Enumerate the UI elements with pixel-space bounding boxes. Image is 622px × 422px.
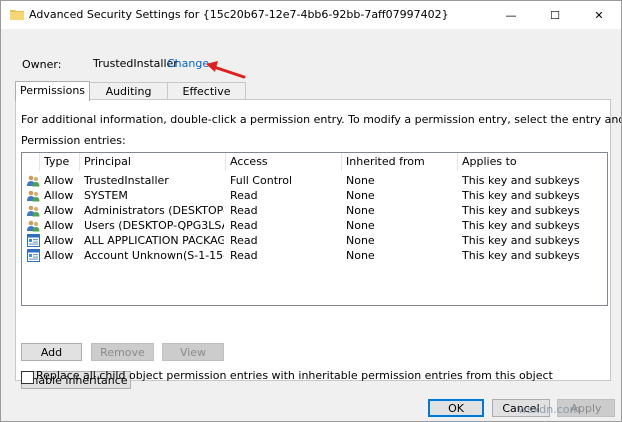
minimize-icon: — <box>505 8 517 22</box>
entry-access: Read <box>230 234 258 247</box>
table-row[interactable]: Allow Users (DESKTOP-QPG3LSA\Us... Read … <box>22 218 607 233</box>
entry-applies-to: This key and subkeys <box>462 204 580 217</box>
table-row[interactable]: Allow Account Unknown(S-1-15-3-... Read … <box>22 248 607 263</box>
table-row[interactable]: Allow TrustedInstaller Full Control None… <box>22 173 607 188</box>
permissions-info-text: For additional information, double-click… <box>21 113 621 126</box>
entry-access: Read <box>230 204 258 217</box>
entry-inherited-from: None <box>346 219 375 232</box>
entry-type: Allow <box>44 174 74 187</box>
app-packages-icon <box>27 249 40 262</box>
tab-permissions[interactable]: Permissions <box>15 81 90 101</box>
entry-applies-to: This key and subkeys <box>462 219 580 232</box>
users-icon <box>27 220 40 232</box>
users-icon <box>27 190 40 202</box>
entry-principal: Account Unknown(S-1-15-3-... <box>84 249 224 262</box>
table-row[interactable]: Allow ALL APPLICATION PACKAGES Read None… <box>22 233 607 248</box>
entry-applies-to: This key and subkeys <box>462 189 580 202</box>
entry-type: Allow <box>44 204 74 217</box>
permissions-panel: For additional information, double-click… <box>15 99 621 389</box>
entry-type: Allow <box>44 234 74 247</box>
add-button[interactable]: Add <box>21 343 82 361</box>
advanced-security-settings-window: Advanced Security Settings for {15c20b67… <box>0 0 622 422</box>
entry-principal: ALL APPLICATION PACKAGES <box>84 234 224 247</box>
entry-applies-to: This key and subkeys <box>462 174 580 187</box>
entry-inherited-from: None <box>346 234 375 247</box>
replace-child-permissions-label[interactable]: Replace all child object permission entr… <box>36 369 553 382</box>
window-title: Advanced Security Settings for {15c20b67… <box>29 8 449 21</box>
title-bar[interactable]: Advanced Security Settings for {15c20b67… <box>1 1 621 29</box>
dialog-body: Owner: TrustedInstaller Change Permissio… <box>1 29 621 421</box>
entry-inherited-from: None <box>346 189 375 202</box>
tab-effective-access[interactable]: Effective Access <box>167 82 246 115</box>
replace-child-permissions-checkbox[interactable] <box>21 371 34 384</box>
entry-inherited-from: None <box>346 174 375 187</box>
entry-access: Read <box>230 219 258 232</box>
list-header: Type Principal Access Inherited from App… <box>22 153 607 171</box>
permission-entries-label: Permission entries: <box>21 134 126 147</box>
column-header-applies-to[interactable]: Applies to <box>458 153 606 171</box>
maximize-button[interactable]: ☐ <box>533 1 577 29</box>
entry-access: Full Control <box>230 174 293 187</box>
entry-applies-to: This key and subkeys <box>462 249 580 262</box>
entry-access: Read <box>230 249 258 262</box>
entry-access: Read <box>230 189 258 202</box>
remove-button[interactable]: Remove <box>91 343 154 361</box>
ok-button[interactable]: OK <box>428 399 484 417</box>
entry-applies-to: This key and subkeys <box>462 234 580 247</box>
entry-type: Allow <box>44 249 74 262</box>
column-header-access[interactable]: Access <box>226 153 342 171</box>
table-row[interactable]: Allow SYSTEM Read None This key and subk… <box>22 188 607 203</box>
maximize-icon: ☐ <box>550 8 560 22</box>
entry-type: Allow <box>44 189 74 202</box>
owner-label: Owner: <box>22 58 62 71</box>
entry-principal: TrustedInstaller <box>84 174 169 187</box>
column-header-inherited-from[interactable]: Inherited from <box>342 153 458 171</box>
annotation-arrow-icon <box>206 61 246 79</box>
owner-value: TrustedInstaller <box>93 57 178 70</box>
minimize-button[interactable]: — <box>489 1 533 29</box>
permission-entries-list[interactable]: Type Principal Access Inherited from App… <box>21 152 608 306</box>
change-owner-link[interactable]: Change <box>167 57 209 70</box>
close-icon: ✕ <box>594 8 604 22</box>
tab-auditing[interactable]: Auditing <box>89 82 168 100</box>
folder-icon <box>10 10 24 20</box>
view-button[interactable]: View <box>162 343 224 361</box>
watermark-text: wsxdn.com <box>518 403 581 416</box>
column-header-type[interactable]: Type <box>40 153 80 171</box>
entry-inherited-from: None <box>346 204 375 217</box>
table-row[interactable]: Allow Administrators (DESKTOP-QP... Read… <box>22 203 607 218</box>
users-icon <box>27 175 40 187</box>
close-button[interactable]: ✕ <box>577 1 621 29</box>
entry-principal: Administrators (DESKTOP-QP... <box>84 204 224 217</box>
users-icon <box>27 205 40 217</box>
column-header-principal[interactable]: Principal <box>80 153 226 171</box>
entry-inherited-from: None <box>346 249 375 262</box>
column-header-icon <box>22 153 40 171</box>
entry-type: Allow <box>44 219 74 232</box>
app-packages-icon <box>27 234 40 247</box>
entry-principal: Users (DESKTOP-QPG3LSA\Us... <box>84 219 224 232</box>
entry-principal: SYSTEM <box>84 189 128 202</box>
